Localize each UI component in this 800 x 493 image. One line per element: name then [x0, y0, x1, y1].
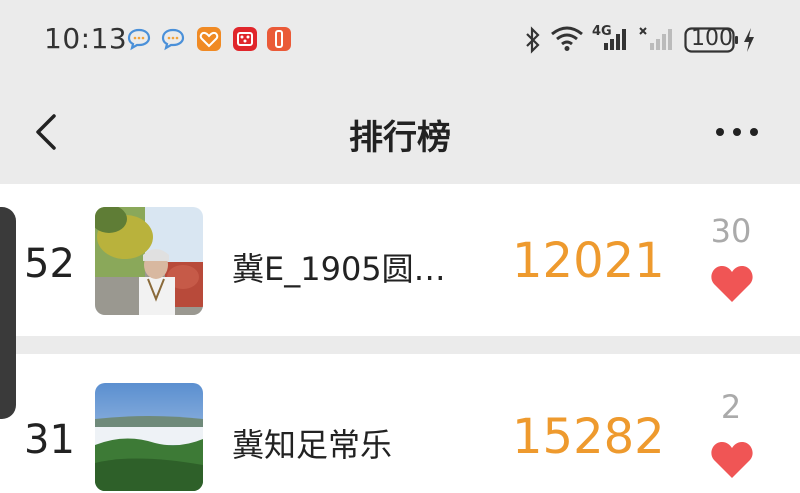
heart-icon [711, 442, 753, 478]
side-panel-handle[interactable] [0, 207, 16, 419]
avatar[interactable] [95, 207, 203, 315]
status-bar: 10:13 4G 100 [0, 0, 800, 80]
user-name: 冀知足常乐 [232, 426, 393, 464]
list-item[interactable]: 52 冀E_1905圆… 12021 30 [0, 184, 800, 336]
chat-bubble-icon [127, 28, 151, 51]
battery-level: 100 [691, 26, 733, 51]
step-count: 12021 [512, 233, 665, 289]
signal-icon [639, 27, 672, 50]
heart-icon [711, 266, 753, 302]
more-icon [716, 128, 758, 136]
like-button[interactable] [710, 264, 754, 304]
list-item[interactable]: 31 冀知足常乐 15282 2 [0, 354, 800, 493]
app-icon [233, 27, 257, 51]
rank-number: 31 [24, 417, 75, 463]
like-count: 2 [720, 388, 742, 426]
avatar[interactable] [95, 383, 203, 491]
signal-icon [604, 29, 626, 50]
chat-bubble-icon [161, 28, 185, 51]
nav-bar: 排行榜 [0, 82, 800, 182]
user-name: 冀E_1905圆… [232, 250, 446, 288]
like-button[interactable] [710, 440, 754, 480]
wifi-icon [551, 26, 583, 51]
page-title: 排行榜 [349, 118, 451, 158]
more-button[interactable] [714, 120, 760, 144]
health-app-icon [197, 27, 221, 51]
charging-icon [744, 28, 754, 52]
rank-number: 52 [24, 241, 75, 287]
step-count: 15282 [512, 409, 665, 465]
like-count: 30 [710, 212, 752, 250]
bluetooth-icon [526, 26, 540, 54]
app-icon [267, 27, 291, 51]
status-time: 10:13 [44, 22, 128, 55]
